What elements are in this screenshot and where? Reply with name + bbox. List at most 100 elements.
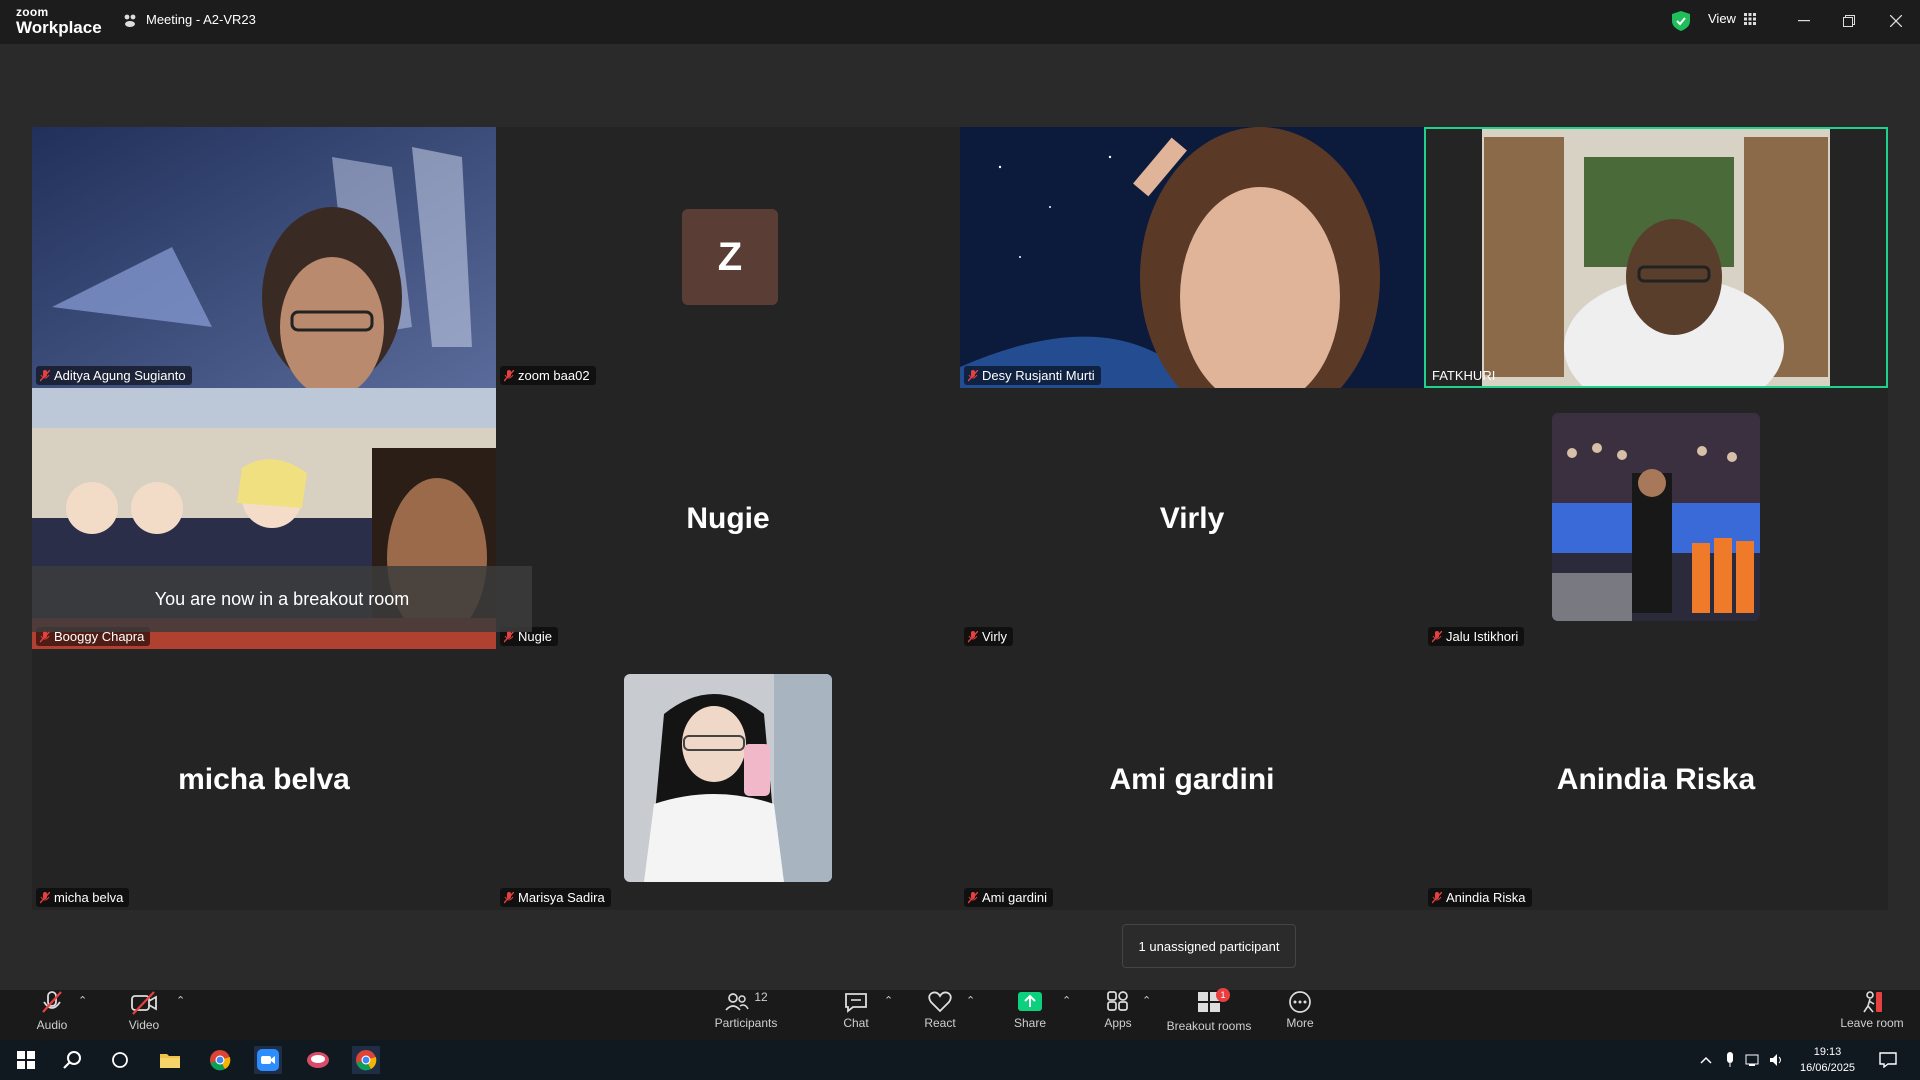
participant-name: Anindia Riska bbox=[1446, 890, 1526, 905]
mic-muted-icon bbox=[1432, 891, 1442, 903]
share-options-chevron-icon[interactable]: ⌃ bbox=[1062, 994, 1071, 1007]
video-tile[interactable]: Ami gardini Ami gardini bbox=[960, 649, 1424, 910]
system-clock[interactable]: 19:13 16/06/2025 bbox=[1800, 1044, 1855, 1076]
apps-button[interactable]: Apps bbox=[1086, 990, 1150, 1040]
react-options-chevron-icon[interactable]: ⌃ bbox=[966, 994, 975, 1007]
breakout-badge: 1 bbox=[1216, 988, 1230, 1002]
participant-display-name: Nugie bbox=[686, 501, 770, 535]
share-label: Share bbox=[1013, 1016, 1047, 1030]
video-tile-active-speaker[interactable]: FATKHURI bbox=[1424, 127, 1888, 388]
minimize-icon[interactable] bbox=[1793, 10, 1815, 32]
share-screen-icon bbox=[1018, 992, 1042, 1011]
volume-icon[interactable] bbox=[1768, 1046, 1786, 1074]
clock-time: 19:13 bbox=[1813, 1046, 1842, 1058]
more-label: More bbox=[1286, 1016, 1314, 1030]
mic-muted-icon bbox=[1432, 630, 1442, 642]
video-tile[interactable]: micha belva micha belva bbox=[32, 649, 496, 910]
video-tile[interactable]: Nugie Nugie bbox=[496, 388, 960, 649]
meeting-title: Meeting - A2-VR23 bbox=[146, 12, 256, 27]
participant-display-name: Ami gardini bbox=[1109, 762, 1275, 796]
audio-button[interactable]: Audio bbox=[20, 990, 84, 1040]
participant-name: Desy Rusjanti Murti bbox=[982, 368, 1095, 383]
restore-icon[interactable] bbox=[1838, 10, 1860, 32]
logo-line1: zoom bbox=[16, 5, 49, 19]
mic-muted-icon bbox=[40, 369, 50, 381]
video-tile[interactable]: Aditya Agung Sugianto bbox=[32, 127, 496, 388]
clock-date: 16/06/2025 bbox=[1800, 1062, 1856, 1074]
participant-name: Virly bbox=[982, 629, 1008, 644]
file-explorer-icon[interactable] bbox=[156, 1046, 184, 1074]
search-icon[interactable] bbox=[58, 1046, 86, 1074]
tray-chevron-up-icon[interactable] bbox=[1698, 1046, 1714, 1074]
video-tile[interactable]: Z zoom baa02 bbox=[496, 127, 960, 388]
name-tag: Jalu Istikhori bbox=[1428, 627, 1525, 646]
share-button[interactable]: Share bbox=[998, 990, 1062, 1040]
video-options-chevron-icon[interactable]: ⌃ bbox=[176, 994, 185, 1007]
mic-muted-icon bbox=[968, 891, 978, 903]
profile-photo bbox=[624, 674, 832, 882]
participant-name: zoom baa02 bbox=[518, 368, 590, 383]
name-tag: FATKHURI bbox=[1428, 366, 1501, 385]
react-button[interactable]: React bbox=[908, 990, 972, 1040]
participant-display-name: Virly bbox=[1159, 501, 1225, 535]
logo-line2: Workplace bbox=[16, 18, 102, 37]
video-tile[interactable]: Desy Rusjanti Murti bbox=[960, 127, 1424, 388]
chrome-active-icon[interactable] bbox=[352, 1046, 380, 1074]
mic-muted-icon bbox=[40, 630, 50, 642]
apps-label: Apps bbox=[1104, 1016, 1132, 1030]
windows-start-icon[interactable] bbox=[12, 1046, 40, 1074]
leave-room-button[interactable]: Leave room bbox=[1836, 990, 1908, 1040]
participants-icon bbox=[725, 993, 749, 1011]
video-tile[interactable]: Marisya Sadira bbox=[496, 649, 960, 910]
breakout-label: Breakout rooms bbox=[1166, 1019, 1252, 1033]
network-icon[interactable] bbox=[1744, 1046, 1762, 1074]
video-tile[interactable]: Anindia Riska Anindia Riska bbox=[1424, 649, 1888, 910]
video-tile[interactable]: Virly Virly bbox=[960, 388, 1424, 649]
apps-options-chevron-icon[interactable]: ⌃ bbox=[1142, 994, 1151, 1007]
participants-button[interactable]: 12 Participants bbox=[710, 990, 782, 1040]
zoom-taskbar-icon[interactable] bbox=[254, 1046, 282, 1074]
video-button[interactable]: Video bbox=[112, 990, 176, 1040]
windows-taskbar: 19:13 16/06/2025 bbox=[0, 1040, 1920, 1080]
video-stage: Aditya Agung Sugianto Z zoom baa02 Desy … bbox=[0, 44, 1920, 990]
chat-button[interactable]: Chat bbox=[824, 990, 888, 1040]
close-icon[interactable] bbox=[1885, 10, 1907, 32]
more-button[interactable]: More bbox=[1268, 990, 1332, 1040]
participant-display-name: Anindia Riska bbox=[1556, 762, 1756, 796]
participant-name: Aditya Agung Sugianto bbox=[54, 368, 186, 383]
mic-muted-icon bbox=[968, 630, 978, 642]
participants-count: 12 bbox=[754, 990, 768, 1004]
name-tag: zoom baa02 bbox=[500, 366, 596, 385]
chat-options-chevron-icon[interactable]: ⌃ bbox=[884, 994, 893, 1007]
meeting-info[interactable]: Meeting - A2-VR23 bbox=[122, 12, 256, 27]
video-tile[interactable]: Jalu Istikhori bbox=[1424, 388, 1888, 649]
zoom-logo: zoom Workplace bbox=[16, 6, 102, 36]
audio-options-chevron-icon[interactable]: ⌃ bbox=[78, 994, 87, 1007]
notifications-icon[interactable] bbox=[1874, 1046, 1902, 1074]
view-button[interactable]: View bbox=[1708, 11, 1756, 26]
tray-mic-icon[interactable] bbox=[1722, 1046, 1738, 1074]
title-bar: zoom Workplace Meeting - A2-VR23 View bbox=[0, 0, 1920, 44]
name-tag: Desy Rusjanti Murti bbox=[964, 366, 1101, 385]
avatar: Z bbox=[682, 209, 778, 305]
app-icon[interactable] bbox=[304, 1046, 332, 1074]
shield-check-icon[interactable] bbox=[1672, 11, 1690, 31]
breakout-rooms-button[interactable]: 1 Breakout rooms bbox=[1164, 988, 1254, 1040]
participant-display-name: micha belva bbox=[178, 762, 350, 796]
chrome-icon[interactable] bbox=[206, 1046, 234, 1074]
mic-muted-icon bbox=[504, 891, 514, 903]
name-tag: Ami gardini bbox=[964, 888, 1054, 907]
more-icon bbox=[1289, 991, 1311, 1013]
name-tag: Aditya Agung Sugianto bbox=[36, 366, 192, 385]
video-off-icon bbox=[131, 991, 157, 1015]
participants-paw-icon bbox=[124, 14, 136, 27]
audio-label: Audio bbox=[36, 1018, 68, 1032]
name-tag: micha belva bbox=[36, 888, 130, 907]
mic-muted-icon bbox=[504, 630, 514, 642]
unassigned-tooltip: 1 unassigned participant bbox=[1122, 924, 1296, 968]
leave-room-icon bbox=[1863, 991, 1882, 1013]
video-label: Video bbox=[128, 1018, 160, 1032]
task-view-icon[interactable] bbox=[106, 1046, 134, 1074]
leave-label: Leave room bbox=[1840, 1016, 1904, 1030]
name-tag: Anindia Riska bbox=[1428, 888, 1532, 907]
